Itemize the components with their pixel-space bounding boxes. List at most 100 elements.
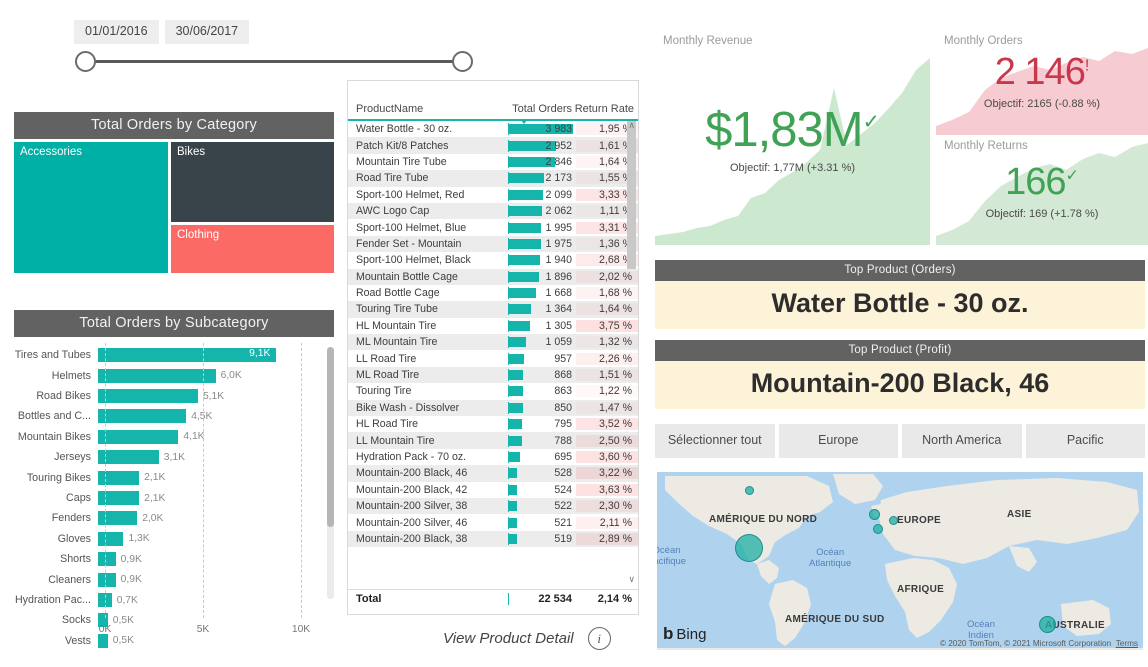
cell-data-bar (509, 222, 542, 233)
bar-chart-scroll-thumb[interactable] (327, 347, 334, 528)
table-row[interactable]: Water Bottle - 30 oz. 3 983 1,95 % (348, 121, 638, 137)
treemap-cell-accessories[interactable]: Accessories (14, 142, 168, 274)
date-range-slider[interactable] (75, 50, 473, 72)
table-row[interactable]: Mountain-200 Black, 42 524 3,63 % (348, 482, 638, 498)
bar-chart-scrollbar[interactable] (327, 347, 334, 600)
bar-fill[interactable] (98, 429, 179, 444)
region-button-north-america[interactable]: North America (902, 424, 1022, 458)
kpi-card-monthly-revenue[interactable]: Monthly Revenue $1,83M✓ Objectif: 1,77M … (655, 30, 930, 245)
bar-row[interactable]: Jerseys 3,1K (14, 447, 334, 467)
table-row[interactable]: Hydration Pack - 70 oz. 695 3,60 % (348, 449, 638, 465)
bar-axis-tick: 0K (98, 624, 112, 636)
bar-category-label: Socks (61, 614, 91, 627)
map-bubble-france[interactable] (873, 524, 883, 534)
treemap-cell-bikes[interactable]: Bikes (171, 142, 334, 223)
table-row[interactable]: Fender Set - Mountain 1 975 1,36 % (348, 235, 638, 253)
bar-fill[interactable] (98, 572, 116, 587)
table-row[interactable]: Mountain-200 Silver, 38 522 2,30 % (348, 497, 638, 515)
table-body[interactable]: Water Bottle - 30 oz. 3 983 1,95 % Patch Ki… (348, 121, 638, 547)
card-title-top-product-orders: Top Product (Orders) (655, 260, 1145, 282)
table-row[interactable]: AWC Logo Cap 2 062 1,11 % (348, 202, 638, 220)
map-bubble-canada[interactable] (745, 486, 754, 495)
cell-data-bar (509, 353, 525, 364)
table-row[interactable]: LL Mountain Tire 788 2,50 % (348, 432, 638, 449)
bar-category-label: Fenders (51, 512, 91, 525)
bar-row[interactable]: Mountain Bikes 4,1K (14, 427, 334, 447)
kpi-card-monthly-returns[interactable]: Monthly Returns 166✓ Objectif: 169 (+1.7… (936, 135, 1148, 245)
bar-axis-tick: 5K (196, 624, 210, 636)
map-bubble-australia[interactable] (1039, 616, 1056, 633)
table-row[interactable]: ML Road Tire 868 1,51 % (348, 366, 638, 384)
table-row[interactable]: Road Bottle Cage 1 668 1,68 % (348, 285, 638, 301)
region-button-europe[interactable]: Europe (778, 424, 898, 458)
map-visual[interactable]: AMÉRIQUE DU NORD EUROPE ASIE AFRIQUE AMÉ… (657, 472, 1143, 650)
map-bubble-north-america[interactable] (735, 534, 763, 562)
table-scroll-thumb[interactable] (627, 121, 636, 269)
bar-fill[interactable] (98, 368, 216, 383)
table-row[interactable]: ML Mountain Tire 1 059 1,32 % (348, 334, 638, 351)
bar-row[interactable]: Fenders 2,0K (14, 508, 334, 528)
table-row[interactable]: Mountain-200 Black, 46 528 3,22 % (348, 465, 638, 482)
bar-fill[interactable] (98, 389, 198, 404)
table-row[interactable]: Touring Tire 863 1,22 % (348, 383, 638, 399)
cell-total-orders: 788 (508, 434, 576, 447)
kpi-title-monthly-revenue: Monthly Revenue (663, 35, 753, 47)
view-product-detail-action[interactable]: View Product Detail i (443, 627, 611, 650)
map-terms-link[interactable]: Terms (1116, 639, 1138, 648)
end-date-input[interactable]: 30/06/2017 (164, 20, 250, 44)
bar-row[interactable]: Cleaners 0,9K (14, 569, 334, 589)
bar-fill[interactable] (98, 409, 187, 424)
bar-fill[interactable] (98, 531, 124, 546)
table-row[interactable]: Mountain-200 Black, 38 519 2,89 % (348, 530, 638, 547)
bar-row[interactable]: Gloves 1,3K (14, 529, 334, 549)
map-bubble-united-kingdom[interactable] (869, 509, 880, 520)
cell-total-orders: 1 896 (508, 270, 576, 283)
kpi-card-monthly-orders[interactable]: Monthly Orders 2 146! Objectif: 2165 (-0… (936, 30, 1148, 135)
cell-product-name: Road Tire Tube (356, 172, 429, 185)
map-bubble-germany[interactable] (889, 516, 898, 525)
table-row[interactable]: Sport-100 Helmet, Black 1 940 2,68 % (348, 252, 638, 268)
start-date-input[interactable]: 01/01/2016 (74, 20, 159, 44)
column-header-productname[interactable]: ProductName (356, 103, 504, 115)
cell-total-orders-value: 788 (554, 434, 572, 447)
slider-handle-start[interactable] (75, 50, 96, 72)
bing-logo[interactable]: b Bing (663, 624, 706, 644)
table-row[interactable]: Sport-100 Helmet, Blue 1 995 3,31 % (348, 219, 638, 235)
table-row[interactable]: Sport-100 Helmet, Red 2 099 3,33 % (348, 187, 638, 203)
bar-row[interactable]: Helmets 6,0K (14, 366, 334, 386)
bar-fill[interactable]: 9,1K (98, 348, 277, 363)
table-row[interactable]: Touring Tire Tube 1 364 1,64 % (348, 301, 638, 318)
table-row[interactable]: HL Mountain Tire 1 305 3,75 % (348, 318, 638, 334)
table-row[interactable]: Mountain Tire Tube 2 846 1,64 % (348, 154, 638, 170)
table-row[interactable]: LL Road Tire 957 2,26 % (348, 350, 638, 366)
bar-row[interactable]: Road Bikes 5,1K (14, 386, 334, 406)
bar-row[interactable]: Bottles and C... 4,5K (14, 406, 334, 426)
treemap-cell-clothing[interactable]: Clothing (171, 225, 334, 274)
date-range-slicer[interactable]: 01/01/2016 30/06/2017 (74, 20, 250, 44)
table-row[interactable]: HL Road Tire 795 3,52 % (348, 416, 638, 432)
table-row[interactable]: Mountain-200 Silver, 46 521 2,11 % (348, 514, 638, 530)
table-row[interactable]: Patch Kit/8 Patches 2 952 1,61 % (348, 137, 638, 154)
scroll-down-icon[interactable]: ∨ (628, 575, 635, 584)
region-button-pacific[interactable]: Pacific (1025, 424, 1145, 458)
bar-fill[interactable] (98, 511, 138, 526)
table-row[interactable]: Mountain Bottle Cage 1 896 2,02 % (348, 268, 638, 285)
cell-product-name: ML Mountain Tire (356, 336, 438, 349)
bar-row[interactable]: Tires and Tubes 9,1K (14, 345, 334, 365)
slider-handle-end[interactable] (452, 50, 473, 72)
bar-row[interactable]: Hydration Pac... 0,7K (14, 590, 334, 610)
bar-row[interactable]: Shorts 0,9K (14, 549, 334, 569)
table-header-row: ProductName Total Orders Return Rate (348, 81, 638, 124)
bar-row[interactable]: Touring Bikes 2,1K (14, 467, 334, 487)
scroll-up-icon[interactable]: ∧ (628, 121, 635, 130)
bar-row[interactable]: Caps 2,1K (14, 488, 334, 508)
table-row[interactable]: Road Tire Tube 2 173 1,55 % (348, 170, 638, 187)
info-icon[interactable]: i (587, 627, 611, 650)
region-button-select-all[interactable]: Sélectionner tout (655, 424, 775, 458)
column-header-total-orders[interactable]: Total Orders (504, 103, 572, 124)
table-scrollbar[interactable] (627, 121, 636, 578)
table-row[interactable]: Bike Wash - Dissolver 850 1,47 % (348, 399, 638, 417)
bar-fill[interactable] (98, 450, 159, 465)
column-header-return-rate[interactable]: Return Rate (572, 103, 634, 115)
bar-fill[interactable] (98, 552, 116, 567)
